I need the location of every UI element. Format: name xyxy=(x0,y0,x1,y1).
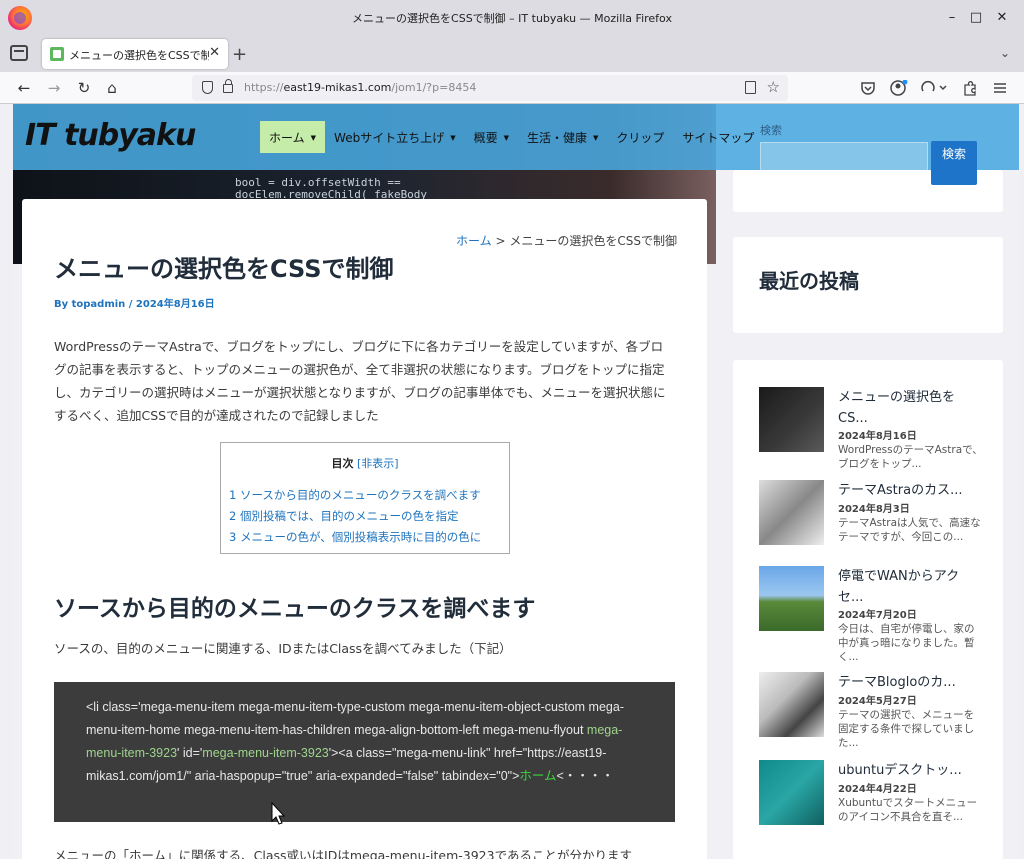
bookmark-star-icon[interactable]: ☆ xyxy=(767,78,780,96)
tab-title: メニューの選択色をCSSで制御 xyxy=(69,49,209,62)
section-paragraph: ソースの、目的のメニューに関連する、IDまたはClassを調べてみました（下記） xyxy=(54,641,512,656)
reload-button[interactable]: ↻ xyxy=(74,78,94,98)
web-page: bool = div.offsetWidth == docElem.remove… xyxy=(13,104,1019,859)
tab-list-icon[interactable] xyxy=(10,45,28,61)
post-title[interactable]: ubuntuデスクトッ... xyxy=(838,760,978,781)
site-logo[interactable]: IT tubyaku xyxy=(25,118,196,153)
list-all-tabs-icon[interactable]: ⌄ xyxy=(1000,46,1010,60)
article-card: ホーム > メニューの選択色をCSSで制御 メニューの選択色をCSSで制御 By… xyxy=(22,199,707,859)
maximize-button[interactable]: □ xyxy=(966,8,986,28)
post-thumbnail[interactable] xyxy=(759,387,824,452)
toc-header: 目次 [非表示] xyxy=(331,457,399,470)
post-date: 2024年7月20日 xyxy=(838,610,917,621)
post-title[interactable]: 停電でWANからアクセ... xyxy=(838,566,978,608)
recent-post-item[interactable]: メニューの選択色をCS... 2024年8月16日 WordPressのテーマA… xyxy=(759,387,989,470)
post-thumbnail[interactable] xyxy=(759,672,824,737)
tab-bar: メニューの選択色をCSSで制御 ✕ + ⌄ xyxy=(0,36,1024,72)
post-thumbnail[interactable] xyxy=(759,480,824,545)
article-intro: WordPressのテーマAstraで、ブログをトップにし、ブログに下に各カテゴ… xyxy=(54,339,666,423)
forward-button[interactable]: → xyxy=(44,78,64,98)
toc-item[interactable]: 2 個別投稿では、目的のメニューの色を指定 xyxy=(229,508,458,524)
toc-item[interactable]: 1 ソースから目的のメニューのクラスを調べます xyxy=(229,487,481,503)
pocket-icon[interactable] xyxy=(860,80,876,96)
main-menu: ホーム ▼ Webサイト立ち上げ ▼ 概要 ▼ 生活・健康 ▼ クリップ サイトマップ xyxy=(260,121,763,153)
post-thumbnail[interactable] xyxy=(759,760,824,825)
article-title: メニューの選択色をCSSで制御 xyxy=(54,255,394,283)
sync-icon[interactable] xyxy=(920,80,948,96)
sidebar-recent-posts: メニューの選択色をCS... 2024年8月16日 WordPressのテーマA… xyxy=(733,360,1003,859)
table-of-contents: 目次 [非表示] 1 ソースから目的のメニューのクラスを調べます 2 個別投稿で… xyxy=(220,442,510,554)
home-button[interactable]: ⌂ xyxy=(102,78,122,98)
sidebar-recent-title-box: 最近の投稿 xyxy=(733,237,1003,333)
account-icon[interactable] xyxy=(890,80,908,96)
post-excerpt: WordPressのテーマAstraで、ブログをトップ... xyxy=(838,444,983,470)
code-block: <li class='mega-menu-item mega-menu-item… xyxy=(54,682,675,822)
mouse-cursor-icon xyxy=(271,802,286,825)
search-label: 検索 xyxy=(760,124,782,137)
post-title[interactable]: テーマBlogloのカ... xyxy=(838,672,978,693)
site-favicon-icon xyxy=(50,47,64,61)
post-excerpt: Xubuntuでスタートメニューのアイコン不具合を直そ... xyxy=(838,797,978,823)
menu-item-life-health[interactable]: 生活・健康 ▼ xyxy=(518,121,607,153)
window-title: メニューの選択色をCSSで制御 – IT tubyaku — Mozilla F… xyxy=(352,12,672,25)
menu-item-home[interactable]: ホーム ▼ xyxy=(260,121,326,153)
search-button[interactable]: 検索 xyxy=(931,141,977,185)
navigation-toolbar: ← → ↻ ⌂ https://east19-mikas1.com/jom1/?… xyxy=(0,72,1024,104)
toc-toggle[interactable]: [非表示] xyxy=(357,457,399,470)
post-title[interactable]: テーマAstraのカス... xyxy=(838,480,978,501)
url-text[interactable]: https://east19-mikas1.com/jom1/?p=8454 xyxy=(244,81,476,94)
tracking-protection-icon[interactable] xyxy=(202,81,213,94)
menu-icon[interactable] xyxy=(992,80,1008,96)
article-meta[interactable]: By topadmin / 2024年8月16日 xyxy=(54,295,215,310)
post-date: 2024年8月16日 xyxy=(838,431,917,442)
section-heading: ソースから目的のメニューのクラスを調べます xyxy=(54,596,536,622)
minimize-button[interactable]: – xyxy=(942,8,962,28)
extensions-icon[interactable] xyxy=(962,80,978,96)
breadcrumb-home-link[interactable]: ホーム xyxy=(456,234,492,248)
section-paragraph: メニューの「ホーム」に関係する、Class或いはIDはmega-menu-ite… xyxy=(54,848,632,859)
recent-post-item[interactable]: テーマBlogloのカ... 2024年5月27日 テーマの選択で、メニューを固… xyxy=(759,672,989,762)
menu-item-clip[interactable]: クリップ xyxy=(607,121,673,153)
post-date: 2024年4月22日 xyxy=(838,784,917,795)
post-date: 2024年5月27日 xyxy=(838,696,917,707)
post-excerpt: テーマの選択で、メニューを固定する条件で探していました... xyxy=(838,709,975,749)
post-excerpt: 今日は、自宅が停電し、家の中が真っ暗になりました。暫く... xyxy=(838,623,975,663)
recent-post-item[interactable]: テーマAstraのカス... 2024年8月3日 テーマAstraは人気で、高速… xyxy=(759,480,989,560)
new-tab-button[interactable]: + xyxy=(232,44,247,65)
menu-item-website[interactable]: Webサイト立ち上げ ▼ xyxy=(325,121,465,153)
tab-active[interactable]: メニューの選択色をCSSで制御 ✕ xyxy=(42,39,228,69)
close-window-button[interactable]: ✕ xyxy=(992,8,1012,28)
post-date: 2024年8月3日 xyxy=(838,504,910,515)
toc-item[interactable]: 3 メニューの色が、個別投稿表示時に目的の色に xyxy=(229,529,481,545)
tab-close-icon[interactable]: ✕ xyxy=(209,45,220,60)
post-excerpt: テーマAstraは人気で、高速なテーマですが、今回この... xyxy=(838,517,981,543)
menu-item-sitemap[interactable]: サイトマップ xyxy=(673,121,763,153)
back-button[interactable]: ← xyxy=(14,78,34,98)
url-bar[interactable]: https://east19-mikas1.com/jom1/?p=8454 ☆ xyxy=(192,75,788,101)
breadcrumb: ホーム > メニューの選択色をCSSで制御 xyxy=(456,234,677,248)
window-titlebar: メニューの選択色をCSSで制御 – IT tubyaku — Mozilla F… xyxy=(0,0,1024,36)
recent-posts-title: 最近の投稿 xyxy=(759,269,859,293)
lock-icon[interactable] xyxy=(223,79,233,93)
recent-post-item[interactable]: 停電でWANからアクセ... 2024年7月20日 今日は、自宅が停電し、家の中… xyxy=(759,566,989,666)
recent-post-item[interactable]: ubuntuデスクトッ... 2024年4月22日 Xubuntuでスタートメニ… xyxy=(759,760,989,850)
post-title[interactable]: メニューの選択色をCS... xyxy=(838,387,978,429)
search-input[interactable] xyxy=(760,142,928,172)
menu-item-overview[interactable]: 概要 ▼ xyxy=(465,121,518,153)
reader-view-icon[interactable] xyxy=(745,81,756,94)
